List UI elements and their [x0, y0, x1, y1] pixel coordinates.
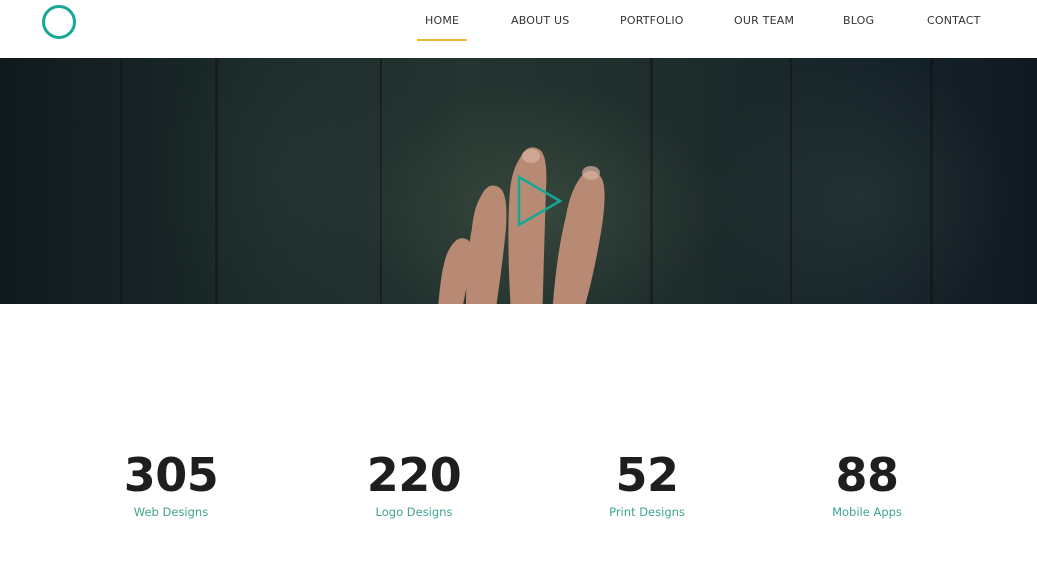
bark-texture — [120, 58, 122, 304]
nav-item-home[interactable]: HOME — [416, 14, 468, 42]
stat-label: Mobile Apps — [832, 505, 902, 519]
bark-texture — [790, 58, 792, 304]
play-icon[interactable] — [515, 174, 565, 228]
stat-print-designs: 52 Print Designs — [547, 448, 747, 519]
stat-number: 220 — [366, 448, 462, 502]
stat-label: Web Designs — [133, 505, 209, 519]
hero-banner — [0, 58, 1037, 304]
stat-web-designs: 305 Web Designs — [71, 448, 271, 519]
stat-label: Logo Designs — [375, 505, 453, 519]
stat-number: 52 — [615, 448, 679, 502]
stat-logo-designs: 220 Logo Designs — [314, 448, 514, 519]
nav-item-portfolio[interactable]: PORTFOLIO — [620, 14, 684, 42]
bark-texture — [380, 58, 382, 304]
stat-mobile-apps: 88 Mobile Apps — [767, 448, 967, 519]
stat-number: 88 — [835, 448, 899, 502]
stat-number: 305 — [123, 448, 219, 502]
ring-logo-icon[interactable] — [42, 5, 76, 39]
nav-item-about-us[interactable]: ABOUT US — [511, 14, 569, 42]
nav-item-blog[interactable]: BLOG — [843, 14, 874, 42]
nav-item-contact[interactable]: CONTACT — [927, 14, 981, 42]
bark-texture — [215, 58, 218, 304]
stat-label: Print Designs — [609, 505, 685, 519]
bark-texture — [650, 58, 653, 304]
bark-texture — [930, 58, 933, 304]
navbar: HOME ABOUT US PORTFOLIO OUR TEAM BLOG CO… — [0, 0, 1037, 58]
nav-item-our-team[interactable]: OUR TEAM — [734, 14, 794, 42]
